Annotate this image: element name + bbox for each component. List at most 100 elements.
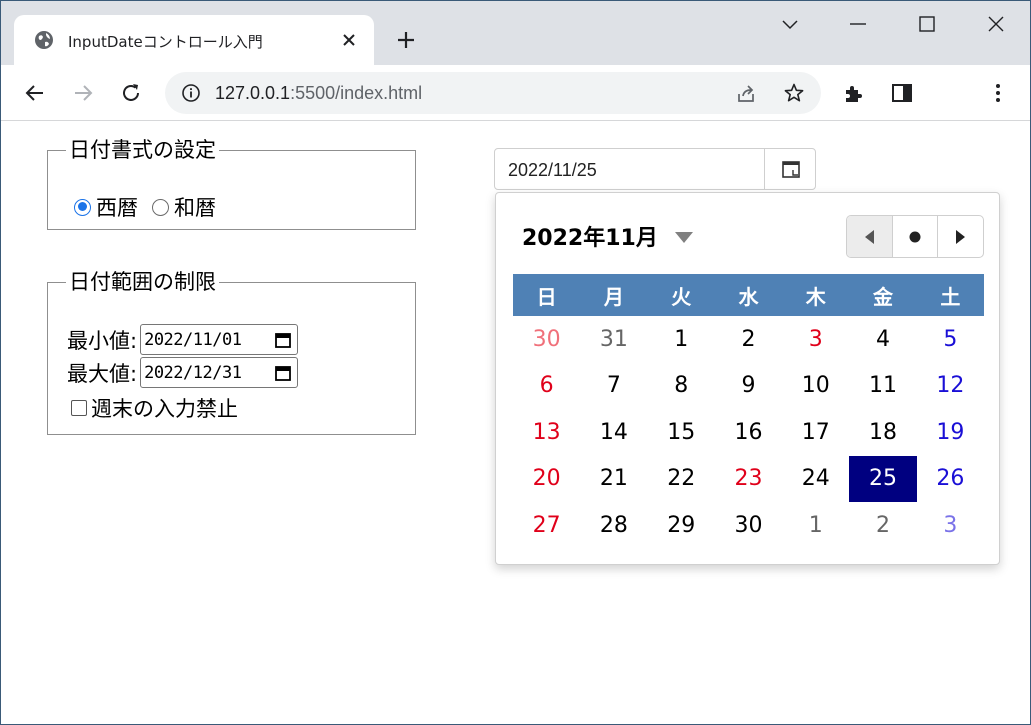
calendar-popup: 2022年11月 日 月 火 水 木 金 土 30 31 1 2 3 4 5 6…	[495, 192, 1000, 565]
calendar-day[interactable]: 2	[849, 502, 916, 549]
radio-wareki-label[interactable]: 和暦	[174, 192, 216, 222]
dot-icon	[909, 231, 921, 242]
close-icon[interactable]	[340, 31, 358, 49]
calendar-week-row: 20 21 22 23 24 25 26	[513, 455, 984, 503]
calendar-day[interactable]: 26	[917, 456, 984, 503]
max-row: 最大値: 2022/12/31	[67, 357, 299, 388]
weekend-label[interactable]: 週末の入力禁止	[91, 393, 238, 423]
tab-title: InputDateコントロール入門	[68, 33, 263, 51]
calendar-icon[interactable]	[274, 364, 292, 382]
min-label: 最小値:	[67, 328, 138, 353]
calendar-day[interactable]: 2	[715, 316, 782, 363]
calendar-day[interactable]: 15	[648, 409, 715, 456]
side-panel-icon[interactable]	[890, 81, 914, 105]
window-close-icon[interactable]	[985, 13, 1007, 35]
caret-down-icon[interactable]	[674, 230, 694, 244]
url-path: :5500/index.html	[290, 83, 423, 103]
calendar-day[interactable]: 29	[648, 502, 715, 549]
weekend-checkbox[interactable]	[71, 400, 87, 416]
calendar-grid: 日 月 火 水 木 金 土 30 31 1 2 3 4 5 6 7 8 9 10 11 12 13 14 15 1…	[513, 274, 984, 549]
calendar-day[interactable]: 8	[648, 363, 715, 410]
calendar-day[interactable]: 6	[513, 363, 580, 410]
minimize-icon[interactable]	[847, 13, 869, 35]
radio-seireki[interactable]	[74, 198, 91, 216]
calendar-week-row: 13 14 15 16 17 18 19	[513, 409, 984, 456]
globe-icon	[35, 31, 53, 49]
weekday-header: 土	[916, 274, 984, 316]
calendar-week-row: 30 31 1 2 3 4 5	[513, 316, 984, 363]
date-format-legend: 日付書式の設定	[69, 138, 216, 162]
calendar-body: 30 31 1 2 3 4 5 6 7 8 9 10 11 12 13 14 15 16 17 18 19 20 21 22 2…	[513, 316, 984, 549]
calendar-day[interactable]: 30	[715, 502, 782, 549]
calendar-day[interactable]: 13	[513, 409, 580, 456]
min-row: 最小値: 2022/11/01	[67, 324, 299, 355]
month-title[interactable]: 2022年11月	[522, 220, 658, 252]
calendar-day[interactable]: 1	[782, 502, 849, 549]
calendar-week-row: 27 28 29 30 1 2 3	[513, 502, 984, 549]
radio-seireki-label[interactable]: 西暦	[96, 192, 138, 222]
maximize-icon[interactable]	[916, 13, 938, 35]
calendar-icon[interactable]	[274, 331, 292, 349]
url-host: 127.0.0.1	[215, 83, 291, 103]
info-icon[interactable]	[181, 83, 201, 103]
address-bar[interactable]: 127.0.0.1:5500/index.html	[165, 72, 821, 114]
calendar-day[interactable]: 20	[513, 456, 580, 503]
page-content: 日付書式の設定 西暦 和暦 日付範囲の制限 最小値: 2022/11/01 最大…	[1, 122, 1030, 724]
next-month-button[interactable]	[938, 216, 983, 257]
weekday-header: 水	[714, 274, 783, 316]
calendar-day[interactable]: 14	[580, 409, 647, 456]
weekday-header: 日	[513, 274, 581, 316]
calendar-day[interactable]: 10	[782, 363, 849, 410]
chevron-down-icon[interactable]	[779, 13, 801, 35]
calendar-day[interactable]: 22	[648, 456, 715, 503]
max-date-input[interactable]: 2022/12/31	[140, 357, 299, 388]
calendar-day[interactable]: 30	[513, 316, 580, 363]
date-picker-value[interactable]: 2022/11/25	[508, 160, 597, 181]
calendar-day[interactable]: 4	[849, 316, 916, 363]
star-icon[interactable]	[783, 82, 805, 104]
browser-toolbar: 127.0.0.1:5500/index.html	[1, 65, 1030, 121]
calendar-day[interactable]: 23	[715, 456, 782, 503]
calendar-day[interactable]: 7	[580, 363, 647, 410]
browser-tab[interactable]: InputDateコントロール入門	[14, 15, 374, 65]
calendar-day[interactable]: 3	[782, 316, 849, 363]
more-menu-icon[interactable]	[986, 81, 1010, 105]
date-picker-input[interactable]: 2022/11/25	[494, 148, 816, 190]
today-button[interactable]	[893, 216, 939, 257]
date-picker-toggle-button[interactable]	[764, 149, 816, 189]
calendar-day[interactable]: 31	[580, 316, 647, 363]
calendar-day[interactable]: 9	[715, 363, 782, 410]
triangle-right-icon	[955, 229, 965, 244]
browser-window: InputDateコントロール入門 127.0.0.1:5500/index.h…	[0, 0, 1031, 725]
calendar-day-selected[interactable]: 25	[849, 455, 917, 502]
tab-strip: InputDateコントロール入門	[1, 1, 1030, 65]
radio-wareki[interactable]	[152, 198, 169, 216]
weekday-header-row: 日 月 火 水 木 金 土	[513, 274, 984, 316]
calendar-day[interactable]: 24	[782, 456, 849, 503]
extensions-icon[interactable]	[842, 81, 866, 105]
share-icon[interactable]	[735, 82, 757, 104]
calendar-day[interactable]: 28	[580, 502, 647, 549]
new-tab-icon[interactable]	[395, 29, 417, 51]
min-date-input[interactable]: 2022/11/01	[140, 324, 299, 355]
calendar-day[interactable]: 17	[782, 409, 849, 456]
calendar-day[interactable]: 5	[917, 316, 984, 363]
forward-icon[interactable]	[71, 81, 95, 105]
calendar-day[interactable]: 3	[917, 502, 984, 549]
prev-month-button[interactable]	[847, 216, 893, 257]
back-icon[interactable]	[23, 81, 47, 105]
reload-icon[interactable]	[119, 81, 143, 105]
calendar-day[interactable]: 12	[917, 363, 984, 410]
calendar-day[interactable]: 21	[580, 456, 647, 503]
calendar-day[interactable]: 16	[715, 409, 782, 456]
calendar-day[interactable]: 11	[849, 363, 916, 410]
calendar-day[interactable]: 1	[648, 316, 715, 363]
calendar-day[interactable]: 27	[513, 502, 580, 549]
calendar-day[interactable]: 19	[917, 409, 984, 456]
date-format-group: 日付書式の設定 西暦 和暦	[47, 138, 416, 230]
url-text[interactable]: 127.0.0.1:5500/index.html	[215, 83, 422, 104]
calendar-day[interactable]: 18	[849, 409, 916, 456]
weekday-header: 金	[849, 274, 917, 316]
max-date-value: 2022/12/31	[144, 363, 242, 383]
min-date-value: 2022/11/01	[144, 330, 242, 350]
